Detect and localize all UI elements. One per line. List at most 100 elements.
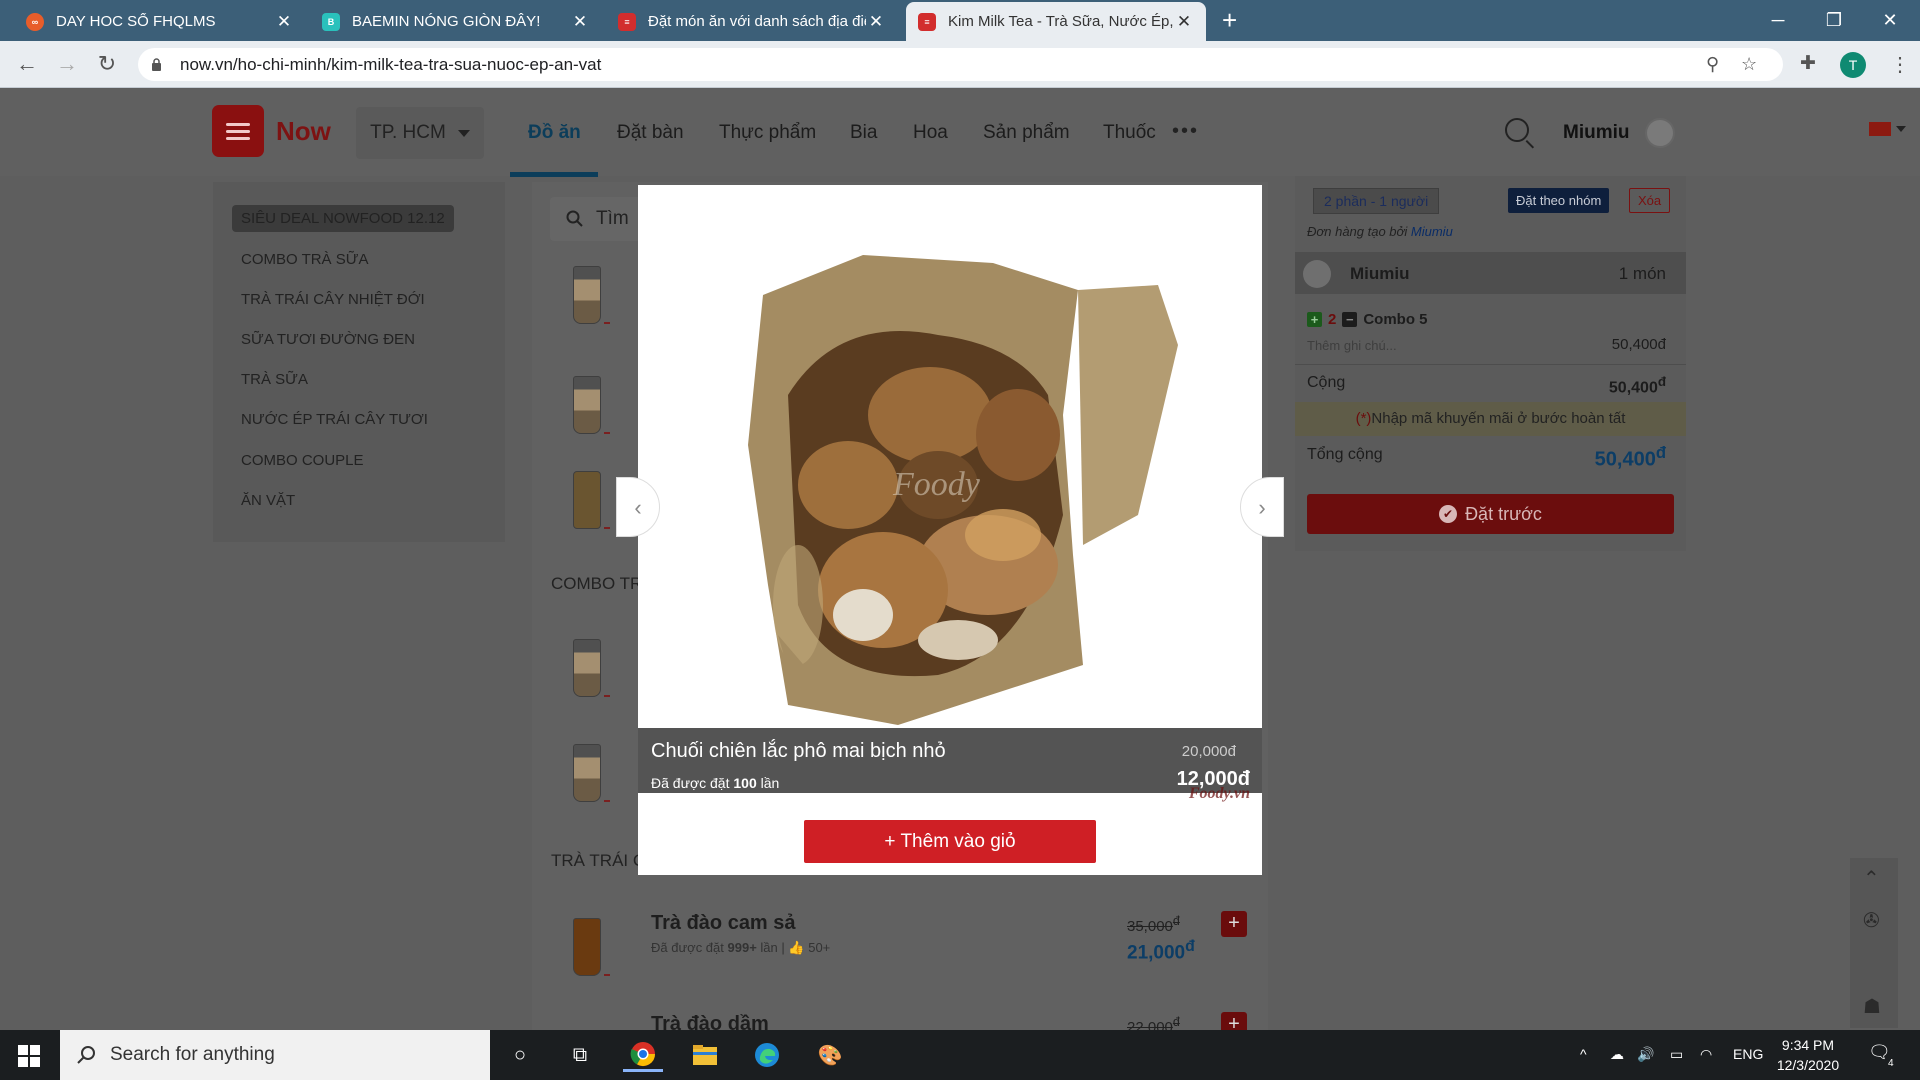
- tab-close-icon[interactable]: ✕: [1174, 12, 1194, 32]
- subtotal-value: 50,400đ: [1608, 374, 1666, 397]
- taskbar-clock[interactable]: 9:34 PM 12/3/2020: [1768, 1035, 1848, 1075]
- volume-icon[interactable]: 🔊: [1637, 1046, 1654, 1063]
- taskbar-search-input[interactable]: Search for anything: [60, 1030, 490, 1080]
- increase-qty-button[interactable]: +: [1307, 312, 1322, 327]
- section-title-tra-trai-cay: TRÀ TRÁI C: [551, 851, 646, 870]
- tab-favicon-icon: ≡: [918, 12, 936, 31]
- tab-baemin[interactable]: B BAEMIN NÓNG GIÒN ĐÂY! ✕: [310, 2, 602, 41]
- tab-kim-milk-tea[interactable]: ≡ Kim Milk Tea - Trà Sữa, Nước Ép, Ăn Vặ…: [906, 2, 1206, 41]
- divider: [1295, 364, 1686, 365]
- bookmark-star-icon[interactable]: ☆: [1741, 54, 1757, 75]
- clear-cart-button[interactable]: Xóa: [1629, 188, 1671, 213]
- menu-item-nuoc-ep[interactable]: NƯỚC ÉP TRÁI CÂY TƯƠI: [241, 411, 428, 428]
- product-thumbnail[interactable]: [560, 260, 610, 330]
- windows-start-icon[interactable]: [18, 1045, 40, 1067]
- nav-san-pham[interactable]: Sản phẩm: [983, 122, 1070, 144]
- tab-favicon-icon: ≡: [618, 12, 636, 31]
- check-icon: ✔: [1439, 505, 1458, 523]
- browser-tab-strip: ∞ DAY HOC SỐ FHQLMS ✕ B BAEMIN NÓNG GIÒN…: [0, 0, 1920, 41]
- forward-icon[interactable]: →: [52, 51, 82, 77]
- nav-do-an[interactable]: Đồ ăn: [528, 122, 581, 144]
- cart-user-avatar: [1303, 260, 1331, 288]
- url-text: now.vn/ho-chi-minh/kim-milk-tea-tra-sua-…: [180, 54, 602, 74]
- product-thumbnail[interactable]: [560, 738, 610, 808]
- section-title-combo: COMBO TR: [551, 574, 643, 593]
- order-created-by: Đơn hàng tạo bởi Miumiu: [1307, 224, 1453, 239]
- now-logo[interactable]: Now: [212, 105, 331, 157]
- tab-day-hoc-so[interactable]: ∞ DAY HOC SỐ FHQLMS ✕: [14, 2, 306, 41]
- menu-item-combo-couple[interactable]: COMBO COUPLE: [241, 452, 364, 469]
- file-explorer-icon[interactable]: [685, 1038, 725, 1072]
- product-thumbnail[interactable]: [560, 633, 610, 703]
- minimize-button[interactable]: ─: [1750, 0, 1806, 40]
- new-tab-button[interactable]: +: [1222, 6, 1237, 34]
- order-count: Đã được đặt 999+ lần | 👍 50+: [651, 940, 831, 955]
- profile-avatar[interactable]: T: [1840, 52, 1866, 78]
- cart-user-item-count: 1 món: [1618, 264, 1666, 283]
- product-old-price: 20,000đ: [1181, 743, 1236, 760]
- more-nav-icon[interactable]: •••: [1172, 120, 1199, 143]
- menu-item-sieu-deal[interactable]: SIÊU DEAL NOWFOOD 12.12: [232, 205, 454, 232]
- decrease-qty-button[interactable]: −: [1342, 312, 1358, 327]
- language-caret-icon[interactable]: [1896, 126, 1906, 132]
- tab-dat-mon-an[interactable]: ≡ Đặt món ăn với danh sách địa điểm ✕: [606, 2, 898, 41]
- menu-item-tra-trai-cay[interactable]: TRÀ TRÁI CÂY NHIỆT ĐỚI: [241, 291, 425, 308]
- scroll-top-icon[interactable]: ⌃: [1863, 866, 1880, 891]
- edge-icon[interactable]: [747, 1038, 787, 1072]
- menu-item-sua-tuoi[interactable]: SỮA TƯƠI ĐƯỜNG ĐEN: [241, 331, 415, 348]
- lock-icon[interactable]: [150, 58, 162, 71]
- location-icon[interactable]: ⚲: [1706, 54, 1719, 75]
- nav-bia[interactable]: Bia: [850, 122, 877, 144]
- onedrive-icon[interactable]: ☁: [1610, 1046, 1624, 1063]
- close-window-button[interactable]: ✕: [1862, 0, 1918, 40]
- group-order-button[interactable]: Đặt theo nhóm: [1508, 188, 1610, 213]
- product-thumbnail[interactable]: [560, 370, 610, 440]
- product-thumbnail[interactable]: [560, 912, 610, 982]
- add-note-input[interactable]: Thêm ghi chú...: [1307, 338, 1397, 353]
- tab-favicon-icon: B: [322, 12, 340, 31]
- wifi-icon[interactable]: ◠: [1700, 1046, 1712, 1063]
- tab-favicon-icon: ∞: [26, 12, 44, 31]
- old-price: 35,000đ: [1127, 914, 1180, 935]
- reload-icon[interactable]: ↻: [92, 51, 122, 77]
- add-to-cart-button[interactable]: + Thêm vào giỏ: [804, 820, 1096, 863]
- tab-close-icon[interactable]: ✕: [274, 12, 294, 32]
- back-icon[interactable]: ←: [12, 51, 42, 77]
- tray-chevron-icon[interactable]: ^: [1580, 1046, 1587, 1062]
- vietnam-flag-icon[interactable]: [1869, 122, 1891, 136]
- header-username[interactable]: Miumiu: [1563, 122, 1630, 144]
- language-indicator[interactable]: ENG: [1733, 1046, 1763, 1062]
- search-icon[interactable]: [1505, 118, 1529, 142]
- nav-hoa[interactable]: Hoa: [913, 122, 948, 144]
- tab-close-icon[interactable]: ✕: [570, 12, 590, 32]
- product-photo: Foody: [638, 185, 1262, 728]
- user-avatar[interactable]: [1645, 118, 1675, 148]
- task-view-icon[interactable]: ⧉: [560, 1038, 600, 1072]
- menu-search-input[interactable]: Tìm: [550, 197, 648, 241]
- browser-menu-icon[interactable]: ⋮: [1890, 52, 1910, 77]
- extensions-icon[interactable]: ✚: [1800, 52, 1816, 75]
- subtotal-label: Cộng: [1307, 374, 1346, 391]
- add-item-button[interactable]: +: [1221, 911, 1247, 937]
- product-thumbnail[interactable]: [560, 465, 610, 535]
- order-button[interactable]: ✔ Đặt trước: [1307, 494, 1674, 534]
- total-value: 50,400đ: [1594, 443, 1666, 471]
- chrome-icon[interactable]: [623, 1038, 663, 1072]
- nav-dat-ban[interactable]: Đặt bàn: [617, 122, 684, 144]
- game-icon[interactable]: ✇: [1863, 908, 1880, 933]
- menu-item-tra-sua[interactable]: TRÀ SỮA: [241, 371, 308, 388]
- nav-thuoc[interactable]: Thuốc: [1103, 122, 1156, 144]
- nav-thuc-pham[interactable]: Thực phẩm: [719, 122, 816, 144]
- tab-close-icon[interactable]: ✕: [866, 12, 886, 32]
- menu-item-combo-tra-sua[interactable]: COMBO TRÀ SỮA: [241, 251, 369, 268]
- notification-count-badge: 4: [1886, 1058, 1896, 1069]
- paint-app-icon[interactable]: 🎨: [810, 1038, 850, 1072]
- android-icon[interactable]: ☗: [1863, 994, 1881, 1019]
- menu-item-an-vat[interactable]: ĂN VẶT: [241, 492, 295, 509]
- address-bar[interactable]: now.vn/ho-chi-minh/kim-milk-tea-tra-sua-…: [138, 48, 1783, 81]
- battery-icon[interactable]: ▭: [1670, 1046, 1683, 1063]
- restore-button[interactable]: ❐: [1806, 0, 1862, 40]
- thumbs-up-icon: 👍: [788, 940, 805, 955]
- city-selector[interactable]: TP. HCM: [356, 107, 484, 159]
- cortana-icon[interactable]: ○: [500, 1038, 540, 1072]
